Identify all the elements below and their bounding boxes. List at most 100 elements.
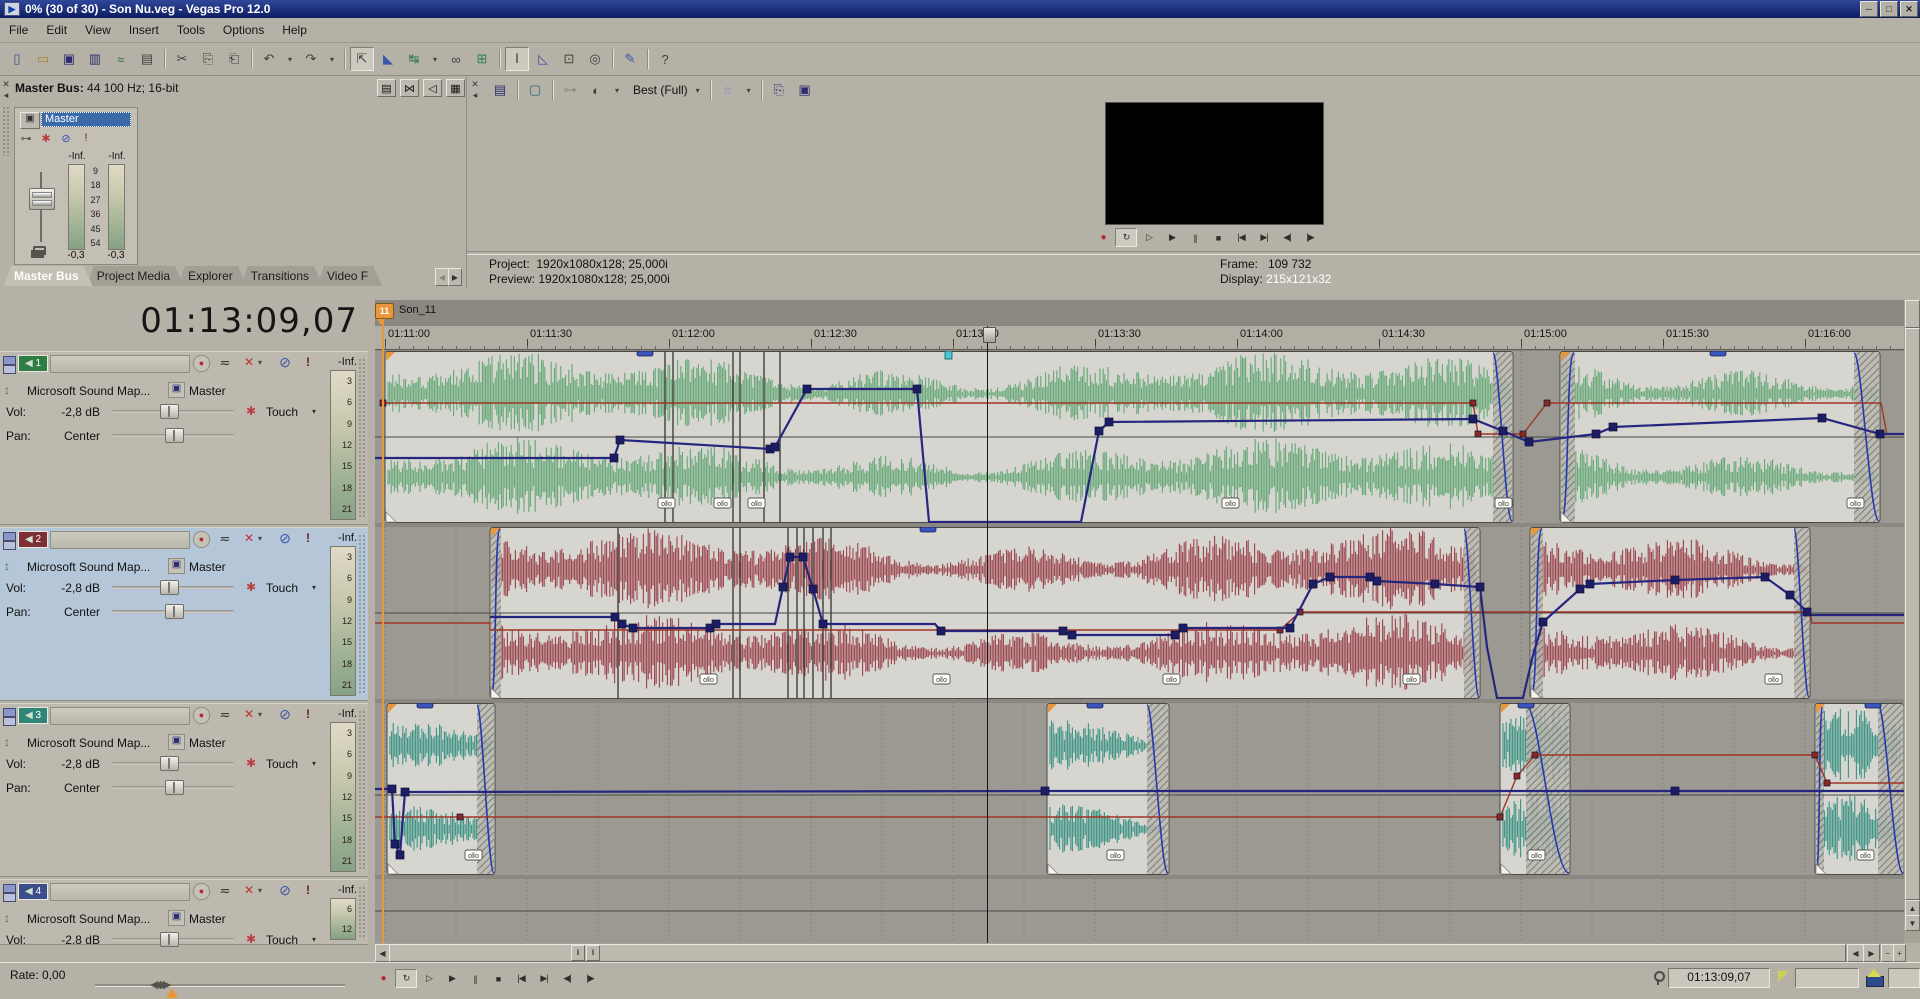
track-vol-thumb[interactable] — [160, 932, 179, 947]
track-device-name[interactable]: Microsoft Sound Map... — [27, 560, 150, 574]
track-maximize-button[interactable] — [3, 717, 16, 726]
play-button[interactable]: ▶ — [1161, 228, 1183, 247]
hscroll-step-right-icon[interactable]: ▶ — [1863, 944, 1880, 962]
track-mute-button[interactable]: ⊘ — [276, 530, 294, 546]
track-fx-icon[interactable]: ✕ — [240, 883, 258, 899]
video-fx-icon[interactable]: ⊶ — [558, 78, 582, 102]
project-properties-icon[interactable]: ▥ — [83, 47, 107, 71]
split-screen-icon[interactable]: ◐ — [584, 78, 608, 102]
solo-icon[interactable]: ! — [79, 132, 93, 145]
tabs-scroll-right[interactable]: ▶ — [448, 268, 462, 286]
split-screen-menu-icon[interactable]: ▾ — [610, 78, 624, 102]
track-vol-thumb[interactable] — [160, 580, 179, 595]
play-from-start-button[interactable]: ▷ — [1138, 228, 1160, 247]
track-header-grip[interactable] — [358, 886, 366, 938]
preview-pin-icon[interactable]: ◂ — [469, 90, 481, 100]
previous-frame-button[interactable]: ◀| — [1276, 228, 1298, 247]
track-automation-icon[interactable]: ✱ — [246, 756, 260, 770]
pause-button[interactable]: || — [464, 969, 486, 988]
track-header-2[interactable]: ◀ 2●≂✕▾⊘!-Inf.↕Microsoft Sound Map...▣Ma… — [0, 527, 368, 701]
track-vol-thumb[interactable] — [160, 404, 179, 419]
open-project-icon[interactable]: ▭ — [31, 47, 55, 71]
menu-tools[interactable]: Tools — [168, 20, 214, 40]
track-pan-thumb[interactable] — [165, 428, 184, 443]
track-pan-value[interactable]: Center — [48, 781, 100, 795]
track-phase-invert-icon[interactable]: ≂ — [216, 707, 234, 723]
track-icon[interactable]: ◀ 1 — [18, 355, 48, 372]
vscroll-down-icon[interactable]: ▼ — [1905, 915, 1920, 931]
save-project-icon[interactable]: ▣ — [57, 47, 81, 71]
hscroll-grip-right[interactable]: ‖ — [586, 945, 600, 961]
preview-close-icon[interactable]: ✕ — [469, 79, 481, 89]
track-phase-invert-icon[interactable]: ≂ — [216, 883, 234, 899]
track-name-field[interactable] — [50, 531, 190, 549]
track-name-field[interactable] — [50, 355, 190, 373]
menu-options[interactable]: Options — [214, 20, 273, 40]
overlays-icon[interactable]: # — [716, 78, 740, 102]
track-device-name[interactable]: Microsoft Sound Map... — [27, 912, 150, 926]
next-frame-button[interactable]: |▶ — [579, 969, 601, 988]
loop-playback-button[interactable]: ↻ — [395, 969, 417, 988]
track-routing-icon[interactable]: ↕ — [4, 911, 16, 925]
copy-snapshot-icon[interactable]: ⎘ — [767, 78, 791, 102]
track-fx-menu-icon[interactable]: ▾ — [258, 710, 268, 719]
zoom-edit-tool-icon[interactable]: ◎ — [583, 47, 607, 71]
whats-this-help-icon[interactable]: ? — [653, 47, 677, 71]
minimize-button[interactable]: ─ — [1860, 1, 1878, 17]
track-minimize-button[interactable] — [3, 356, 16, 365]
save-snapshot-icon[interactable]: ▣ — [793, 78, 817, 102]
lock-envelopes-icon[interactable]: ↹ — [402, 47, 426, 71]
track-routing-icon[interactable]: ↕ — [4, 735, 16, 749]
insert-fx-icon[interactable]: ⊶ — [19, 132, 33, 145]
previous-frame-button[interactable]: ◀| — [556, 969, 578, 988]
track-automation-icon[interactable]: ✱ — [246, 580, 260, 594]
menu-file[interactable]: File — [0, 20, 37, 40]
paste-icon[interactable]: ⎗ — [222, 47, 246, 71]
menu-insert[interactable]: Insert — [120, 20, 168, 40]
track-fx-icon[interactable]: ✕ — [240, 707, 258, 723]
track-automation-mode[interactable]: Touch — [266, 405, 298, 419]
render-as-icon[interactable]: ≈ — [109, 47, 133, 71]
track-phase-invert-icon[interactable]: ≂ — [216, 355, 234, 371]
event-grouping-icon[interactable]: ⊞ — [470, 47, 494, 71]
menu-edit[interactable]: Edit — [37, 20, 76, 40]
track-automation-menu-icon[interactable]: ▾ — [312, 583, 316, 592]
status-time-field[interactable]: 01:13:09,07 — [1668, 968, 1770, 988]
track-pan-value[interactable]: Center — [48, 429, 100, 443]
master-name-field[interactable]: Master — [41, 112, 131, 127]
dock-close-icon[interactable]: ✕ — [0, 79, 12, 89]
undo-menu-icon[interactable]: ▾ — [283, 47, 297, 71]
auto-ripple-icon[interactable]: ◣ — [376, 47, 400, 71]
envelope-menu-icon[interactable]: ▾ — [428, 47, 442, 71]
cut-icon[interactable]: ✂ — [170, 47, 194, 71]
hscroll-grip-left[interactable]: ‖ — [571, 945, 585, 961]
stop-button[interactable]: ■ — [1207, 228, 1229, 247]
track-maximize-button[interactable] — [3, 893, 16, 902]
copy-icon[interactable]: ⎘ — [196, 47, 220, 71]
play-from-start-button[interactable]: ▷ — [418, 969, 440, 988]
dock-grip[interactable] — [2, 106, 9, 156]
hscroll-left-icon[interactable]: ◀ — [375, 944, 390, 962]
next-frame-button[interactable]: |▶ — [1299, 228, 1321, 247]
vertical-scrollbar[interactable]: ▲ ▼ — [1904, 300, 1920, 943]
go-to-end-button[interactable]: ▶| — [533, 969, 555, 988]
maximize-button[interactable]: □ — [1880, 1, 1898, 17]
track-lane-3[interactable]: o‖oo‖oo‖oo‖o — [375, 703, 1904, 875]
track-vol-value[interactable]: -2.8 dB — [48, 933, 100, 947]
track-vol-value[interactable]: -2,8 dB — [48, 581, 100, 595]
track-name-field[interactable] — [50, 883, 190, 901]
track-solo-button[interactable]: ! — [306, 355, 316, 371]
track-fx-menu-icon[interactable]: ▾ — [258, 358, 268, 367]
track-lane-2[interactable]: o‖oo‖oo‖oo‖oo‖o — [375, 527, 1904, 699]
bus-properties-icon[interactable]: ▤ — [377, 79, 396, 97]
hscroll-thumb[interactable] — [389, 944, 1846, 962]
preview-quality-select[interactable]: Best (Full) — [633, 83, 688, 97]
track-routing-icon[interactable]: ↕ — [4, 559, 16, 573]
track-fx-icon[interactable]: ✕ — [240, 355, 258, 371]
playhead-handle[interactable] — [983, 327, 996, 343]
track-solo-button[interactable]: ! — [306, 707, 316, 723]
track-icon[interactable]: ◀ 4 — [18, 883, 48, 900]
selection-start-field[interactable] — [1795, 968, 1859, 988]
track-automation-menu-icon[interactable]: ▾ — [312, 935, 316, 944]
track-pan-thumb[interactable] — [165, 604, 184, 619]
